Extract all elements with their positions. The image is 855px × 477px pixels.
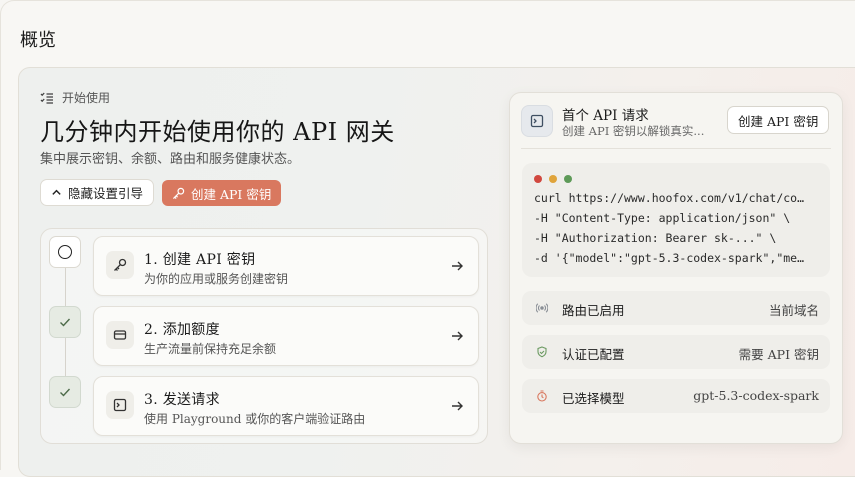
key-icon <box>172 187 185 199</box>
divider <box>521 148 831 149</box>
signal-icon <box>534 300 550 316</box>
step-status-done <box>49 306 81 338</box>
status-row-routing: 路由已启用 当前域名 <box>522 291 830 325</box>
status-label: 已选择模型 <box>562 391 625 406</box>
step-icon-box <box>106 321 134 349</box>
chevron-up-icon <box>52 189 61 195</box>
status-label: 认证已配置 <box>562 347 625 362</box>
hero-subline: 集中展示密钥、余额、路由和服务健康状态。 <box>40 152 301 167</box>
yellow-dot-icon <box>549 175 557 183</box>
request-card-create-key-button[interactable]: 创建 API 密钥 <box>727 106 830 134</box>
request-card-title: 首个 API 请求 <box>562 108 649 124</box>
check-icon <box>60 318 71 327</box>
status-value: 需要 API 密钥 <box>738 347 819 362</box>
arrow-right-icon <box>452 331 463 341</box>
code-line: -d '{"model":"gpt-5.3-codex-spark","me… <box>534 251 805 265</box>
green-dot-icon <box>564 175 572 183</box>
status-row-model: 已选择模型 gpt-5.3-codex-spark <box>522 379 830 413</box>
status-label: 路由已启用 <box>562 303 625 318</box>
step-card-create-key[interactable]: 1. 创建 API 密钥 为你的应用或服务创建密钥 <box>93 236 479 296</box>
status-row-auth: 认证已配置 需要 API 密钥 <box>522 335 830 369</box>
code-line: -H "Authorization: Bearer sk-..." \ <box>534 231 777 245</box>
arrow-right-icon <box>452 261 463 271</box>
card-icon <box>113 330 127 340</box>
checklist-icon <box>40 92 53 104</box>
step-title: 2. 添加额度 <box>144 322 220 338</box>
code-snippet[interactable]: curl https://www.hoofox.com/v1/chat/co… … <box>522 163 830 277</box>
eyebrow-label: 开始使用 <box>62 91 111 105</box>
step-desc: 使用 Playground 或你的客户端验证路由 <box>144 412 366 426</box>
step-title: 1. 创建 API 密钥 <box>144 252 256 268</box>
status-value: 当前域名 <box>768 303 819 318</box>
window-dots <box>534 175 572 183</box>
page-title: 概览 <box>20 30 56 51</box>
terminal-icon <box>113 398 127 412</box>
pending-circle-icon <box>58 245 72 259</box>
request-card-subtitle: 创建 API 密钥以解锁真实... <box>562 124 705 138</box>
arrow-right-icon <box>452 401 463 411</box>
step-icon-box <box>106 391 134 419</box>
step-desc: 为你的应用或服务创建密钥 <box>144 272 289 286</box>
rc-icon-box <box>521 105 553 137</box>
create-api-key-button[interactable]: 创建 API 密钥 <box>162 180 282 206</box>
code-line: curl https://www.hoofox.com/v1/chat/co… <box>534 191 805 205</box>
terminal-icon <box>530 114 544 128</box>
step-icon-box <box>106 251 134 279</box>
key-icon <box>114 258 127 271</box>
step-desc: 生产流量前保持充足余额 <box>144 342 277 356</box>
step-title: 3. 发送请求 <box>144 392 220 408</box>
step-status-current <box>49 236 81 268</box>
timer-icon <box>534 388 550 404</box>
code-line: -H "Content-Type: application/json" \ <box>534 211 791 225</box>
eyebrow: 开始使用 <box>40 89 110 106</box>
red-dot-icon <box>534 175 542 183</box>
create-api-key-label: 创建 API 密钥 <box>191 186 272 202</box>
step-card-add-credit[interactable]: 2. 添加额度 生产流量前保持充足余额 <box>93 306 479 366</box>
step-status-done <box>49 376 81 408</box>
hero-headline: 几分钟内开始使用你的 API 网关 <box>40 118 395 146</box>
check-icon <box>60 388 71 397</box>
hide-guide-button[interactable]: 隐藏设置引导 <box>40 179 155 206</box>
step-card-send-request[interactable]: 3. 发送请求 使用 Playground 或你的客户端验证路由 <box>93 376 479 436</box>
status-value: gpt-5.3-codex-spark <box>693 388 819 403</box>
hide-guide-label: 隐藏设置引导 <box>68 186 144 201</box>
shield-check-icon <box>534 344 550 360</box>
